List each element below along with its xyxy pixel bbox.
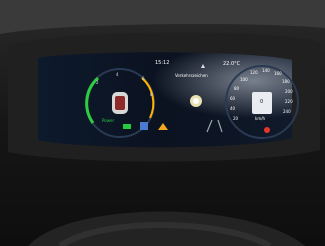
speed-tick: 120 [250, 70, 258, 75]
speed-tick: 240 [283, 109, 291, 114]
speed-tick: 200 [285, 89, 293, 94]
speed-tick: 160 [274, 71, 282, 76]
speed-tick: 60 [230, 96, 236, 101]
speed-tick: 40 [230, 106, 236, 111]
speed-tick: 100 [240, 77, 248, 82]
center-message: Verkehrszeichen [175, 73, 208, 78]
speed-tick: 80 [234, 86, 240, 91]
seatbelt-icon [140, 122, 148, 130]
left-gauge-tick: 4 [116, 72, 119, 77]
speed-units: km/h [255, 116, 266, 121]
speed-tick: 20 [233, 116, 239, 121]
speed-tick: 180 [282, 79, 290, 84]
car-instrument-cluster-photo [0, 0, 325, 246]
left-gauge-tick: 6 [142, 76, 145, 81]
clock-readout: 15:12 [155, 60, 170, 66]
left-gauge-label: Power [102, 118, 115, 123]
red-warning-indicator [264, 127, 270, 133]
left-gauge-tick: 2 [96, 80, 99, 85]
left-gauge-tick: 8 [150, 92, 153, 97]
speed-tick: 220 [285, 99, 293, 104]
speed-value: 0 [260, 99, 264, 105]
outside-temperature: 22.0°C [223, 61, 241, 67]
battery-icon [123, 124, 131, 129]
speed-tick: 140 [262, 68, 270, 73]
